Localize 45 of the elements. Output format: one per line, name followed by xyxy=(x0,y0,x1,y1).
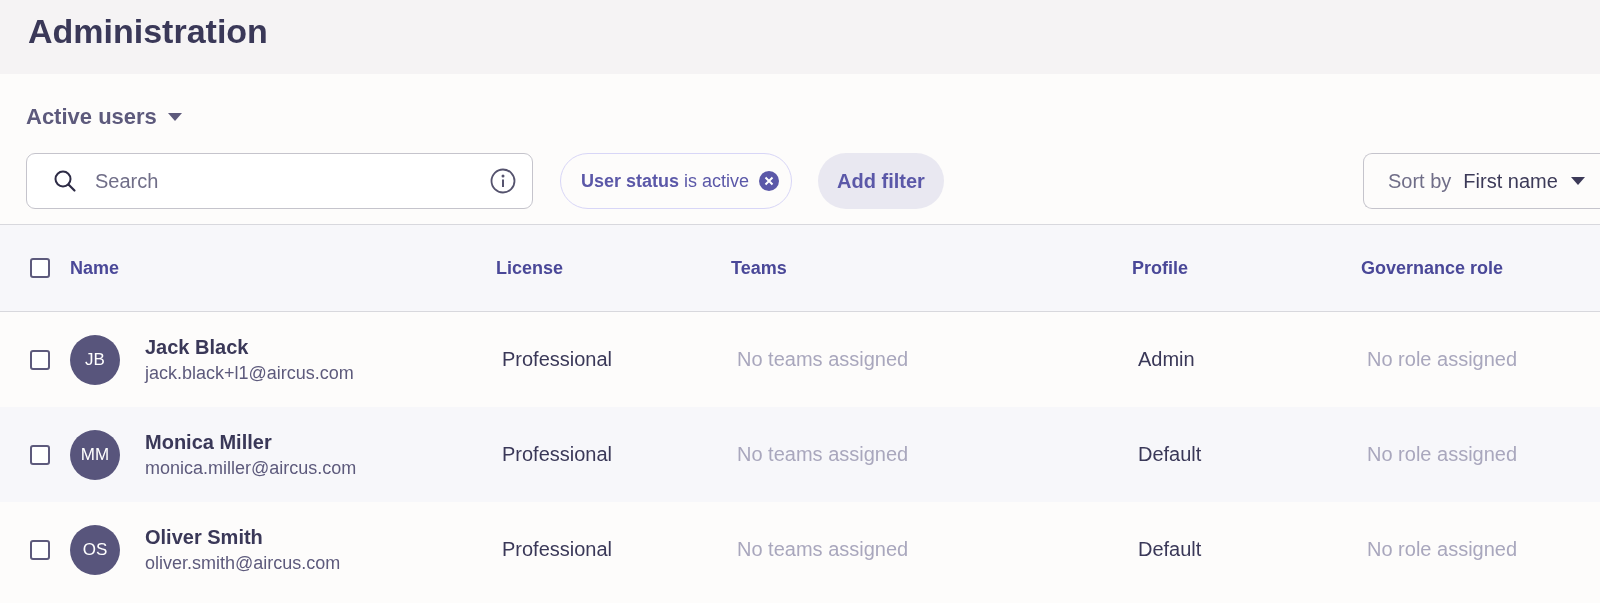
add-filter-button[interactable]: Add filter xyxy=(818,153,944,209)
sort-dropdown[interactable]: Sort by First name xyxy=(1363,153,1600,209)
column-header[interactable]: Name xyxy=(70,257,496,279)
profile-text: Default xyxy=(1138,538,1202,560)
view-selector[interactable]: Active users xyxy=(26,104,183,130)
column-header[interactable]: Profile xyxy=(1132,257,1361,279)
column-header[interactable]: Teams xyxy=(731,257,1132,279)
teams-text: No teams assigned xyxy=(737,443,909,465)
column-header[interactable]: License xyxy=(496,257,731,279)
role-text: No role assigned xyxy=(1367,348,1518,370)
role-text: No role assigned xyxy=(1367,443,1518,465)
remove-icon[interactable] xyxy=(759,171,780,191)
search-icon xyxy=(53,169,77,193)
row-checkbox[interactable] xyxy=(30,349,50,370)
sort-value: First name xyxy=(1463,169,1558,193)
search-input[interactable]: Search xyxy=(93,168,474,194)
user-name: Jack Black xyxy=(145,335,250,359)
user-name: Oliver Smith xyxy=(145,525,264,549)
profile-text: Admin xyxy=(1138,348,1195,370)
license-text: Professional xyxy=(502,443,613,465)
search-field[interactable]: Search xyxy=(26,153,533,209)
sort-label: Sort by xyxy=(1388,169,1452,193)
filter-label: User status is active xyxy=(581,170,750,192)
user-email: oliver.smith@aircus.com xyxy=(145,552,341,574)
select-all-checkbox[interactable] xyxy=(30,258,50,278)
user-email: monica.miller@aircus.com xyxy=(145,457,357,479)
teams-text: No teams assigned xyxy=(737,538,909,560)
row-checkbox[interactable] xyxy=(30,444,50,465)
user-name: Monica Miller xyxy=(145,430,273,454)
caret-icon xyxy=(1569,176,1586,186)
user-avatar: JB xyxy=(70,334,120,385)
teams-text: No teams assigned xyxy=(737,348,909,370)
info-icon[interactable] xyxy=(490,168,516,194)
license-text: Professional xyxy=(502,538,613,560)
table-row[interactable]: MM Monica Miller monica.miller@aircus.com Professional No teams assigned Default No role assigned xyxy=(0,407,1600,502)
caret-icon xyxy=(166,112,183,122)
profile-text: Default xyxy=(1138,443,1202,465)
column-header[interactable]: Governance role xyxy=(1361,257,1600,279)
user-avatar: MM xyxy=(70,429,120,480)
role-text: No role assigned xyxy=(1367,538,1518,560)
user-avatar: OS xyxy=(70,524,120,575)
row-checkbox[interactable] xyxy=(30,539,50,560)
user-email: jack.black+l1@aircus.com xyxy=(145,362,354,384)
page-title: Administration xyxy=(28,12,268,51)
license-text: Professional xyxy=(502,348,613,370)
